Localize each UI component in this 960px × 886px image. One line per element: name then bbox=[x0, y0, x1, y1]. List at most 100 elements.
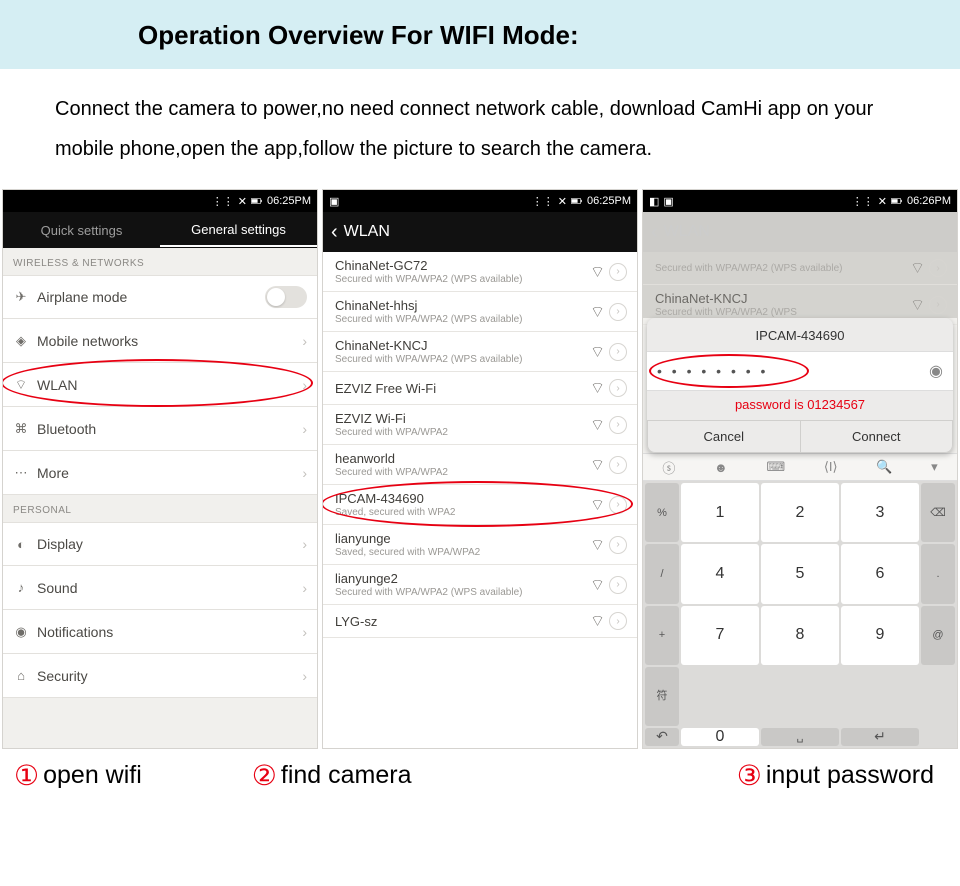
navbar-title: WLAN bbox=[664, 223, 710, 241]
key-7[interactable]: 7 bbox=[681, 606, 759, 665]
row-sound[interactable]: ♪ Sound › bbox=[3, 566, 317, 610]
key-8[interactable]: 8 bbox=[761, 606, 839, 665]
key-backspace[interactable]: ⌫ bbox=[921, 483, 955, 542]
key-3[interactable]: 3 bbox=[841, 483, 919, 542]
signal-icon: ⋮⋮ bbox=[532, 195, 554, 208]
detail-icon[interactable]: › bbox=[609, 379, 627, 397]
key-4[interactable]: 4 bbox=[681, 544, 759, 603]
status-bar: ◧▣ ⋮⋮ ✕ 06:26PM bbox=[643, 190, 957, 212]
battery-icon bbox=[571, 195, 583, 207]
wifi-network-row[interactable]: heanworldSecured with WPA/WPA2⌔› bbox=[323, 445, 637, 485]
phone-wlan-list: ▣ ⋮⋮ ✕ 06:25PM ‹ WLAN ChinaNet-GC72Secur… bbox=[322, 189, 638, 749]
cancel-button[interactable]: Cancel bbox=[647, 420, 801, 453]
key-9[interactable]: 9 bbox=[841, 606, 919, 665]
wifi-network-row-ipcam[interactable]: IPCAM-434690Saved, secured with WPA2⌔› bbox=[323, 485, 637, 525]
key-at[interactable]: @ bbox=[921, 606, 955, 665]
row-display[interactable]: ◐ Display › bbox=[3, 522, 317, 566]
notifications-icon: ◉ bbox=[13, 624, 29, 640]
battery-icon bbox=[891, 195, 903, 207]
kb-cursor-icon[interactable]: ⟨I⟩ bbox=[824, 459, 838, 475]
key-enter[interactable]: ↵ bbox=[841, 728, 919, 746]
row-bluetooth[interactable]: ⌘ Bluetooth › bbox=[3, 407, 317, 451]
wifi-network-row[interactable]: lianyungeSaved, secured with WPA/WPA2⌔› bbox=[323, 525, 637, 565]
step-1: ①open wifi bbox=[14, 759, 142, 792]
row-mobile-networks[interactable]: ◈ Mobile networks › bbox=[3, 319, 317, 363]
detail-icon[interactable]: › bbox=[609, 416, 627, 434]
status-bar: ▣ ⋮⋮ ✕ 06:25PM bbox=[323, 190, 637, 212]
kb-search-icon[interactable]: 🔍 bbox=[876, 459, 892, 475]
key-0[interactable]: 0 bbox=[681, 728, 759, 746]
chevron-right-icon: › bbox=[302, 668, 307, 684]
wlan-navbar: ‹ WLAN bbox=[323, 212, 637, 252]
connect-button[interactable]: Connect bbox=[801, 420, 954, 453]
row-wlan[interactable]: ⌔ WLAN › bbox=[3, 363, 317, 407]
detail-icon[interactable]: › bbox=[609, 612, 627, 630]
airplane-toggle[interactable] bbox=[265, 286, 307, 308]
eye-icon[interactable]: ◉ bbox=[929, 361, 943, 381]
antenna-icon: ◈ bbox=[13, 333, 29, 349]
wifi-network-row[interactable]: EZVIZ Wi-FiSecured with WPA/WPA2⌔› bbox=[323, 405, 637, 445]
detail-icon[interactable]: › bbox=[609, 536, 627, 554]
key-dot[interactable]: . bbox=[921, 544, 955, 603]
circled-2-icon: ② bbox=[252, 759, 277, 792]
key-plus[interactable]: + bbox=[645, 606, 679, 665]
row-more[interactable]: ⋯ More › bbox=[3, 451, 317, 495]
wifi-signal-icon: ⌔ bbox=[590, 455, 605, 475]
detail-icon[interactable]: › bbox=[609, 263, 627, 281]
settings-tabs: Quick settings General settings bbox=[3, 212, 317, 248]
kb-emoji-icon[interactable]: ☻ bbox=[714, 460, 728, 475]
battery-icon bbox=[251, 195, 263, 207]
key-symbol[interactable]: 符 bbox=[645, 667, 679, 726]
wifi-icon: ⌔ bbox=[13, 377, 29, 393]
kb-collapse-icon[interactable]: ▾ bbox=[931, 459, 938, 475]
detail-icon[interactable]: › bbox=[609, 576, 627, 594]
key-space[interactable]: ␣ bbox=[761, 728, 839, 746]
detail-icon[interactable]: › bbox=[609, 456, 627, 474]
wifi-network-row[interactable]: lianyunge2Secured with WPA/WPA2 (WPS ava… bbox=[323, 565, 637, 605]
key-5[interactable]: 5 bbox=[761, 544, 839, 603]
key-percent[interactable]: % bbox=[645, 483, 679, 542]
wifi-network-row[interactable]: LYG-sz⌔› bbox=[323, 605, 637, 638]
sound-icon: ♪ bbox=[13, 580, 29, 595]
wifi-signal-icon: ⌔ bbox=[590, 611, 605, 631]
tab-general-settings[interactable]: General settings bbox=[160, 214, 317, 247]
key-2[interactable]: 2 bbox=[761, 483, 839, 542]
detail-icon[interactable]: › bbox=[609, 303, 627, 321]
wifi-network-row[interactable]: ChinaNet-hhsjSecured with WPA/WPA2 (WPS … bbox=[323, 292, 637, 332]
bg-wifi-row: Secured with WPA/WPA2 (WPS available)⌔› bbox=[643, 252, 957, 285]
kb-keyboard-icon[interactable]: ⌨ bbox=[766, 459, 785, 475]
wifi-network-row[interactable]: EZVIZ Free Wi-Fi⌔› bbox=[323, 372, 637, 405]
key-slash[interactable]: / bbox=[645, 544, 679, 603]
navbar-title: WLAN bbox=[344, 223, 390, 241]
chevron-right-icon: › bbox=[302, 536, 307, 552]
no-sim-icon: ✕ bbox=[558, 195, 567, 208]
password-input-row[interactable]: • • • • • • • • ◉ bbox=[647, 351, 953, 391]
numeric-keyboard: % 1 2 3 ⌫ / 4 5 6 . + 7 8 9 @ 符 ↶ 0 ␣ ↵ bbox=[643, 481, 957, 748]
tab-quick-settings[interactable]: Quick settings bbox=[3, 215, 160, 246]
kb-logo-icon[interactable]: ⓢ bbox=[662, 458, 675, 477]
intro-text: Connect the camera to power,no need conn… bbox=[0, 69, 960, 189]
header-banner: Operation Overview For WIFI Mode: bbox=[0, 0, 960, 69]
signal-icon: ⋮⋮ bbox=[212, 195, 234, 208]
wifi-signal-icon: ⌔ bbox=[590, 302, 605, 322]
row-airplane-mode[interactable]: ✈ Airplane mode bbox=[3, 275, 317, 319]
no-sim-icon: ✕ bbox=[238, 195, 247, 208]
row-notifications[interactable]: ◉ Notifications › bbox=[3, 610, 317, 654]
detail-icon[interactable]: › bbox=[609, 496, 627, 514]
key-1[interactable]: 1 bbox=[681, 483, 759, 542]
sd-icon: ▣ bbox=[329, 195, 339, 208]
background-dimmed-list: Secured with WPA/WPA2 (WPS available)⌔› … bbox=[643, 252, 957, 318]
key-undo[interactable]: ↶ bbox=[645, 728, 679, 746]
detail-icon[interactable]: › bbox=[609, 343, 627, 361]
wifi-signal-icon: ⌔ bbox=[590, 495, 605, 515]
circled-3-icon: ③ bbox=[737, 759, 762, 792]
chevron-right-icon: › bbox=[302, 333, 307, 349]
row-security[interactable]: ⌂ Security › bbox=[3, 654, 317, 698]
wifi-network-row[interactable]: ChinaNet-KNCJSecured with WPA/WPA2 (WPS … bbox=[323, 332, 637, 372]
back-icon[interactable]: ‹ bbox=[331, 221, 338, 244]
wifi-signal-icon: ⌔ bbox=[590, 575, 605, 595]
key-6[interactable]: 6 bbox=[841, 544, 919, 603]
wifi-network-row[interactable]: ChinaNet-GC72Secured with WPA/WPA2 (WPS … bbox=[323, 252, 637, 292]
chevron-right-icon: › bbox=[302, 377, 307, 393]
app-icon: ◧ bbox=[649, 195, 659, 208]
